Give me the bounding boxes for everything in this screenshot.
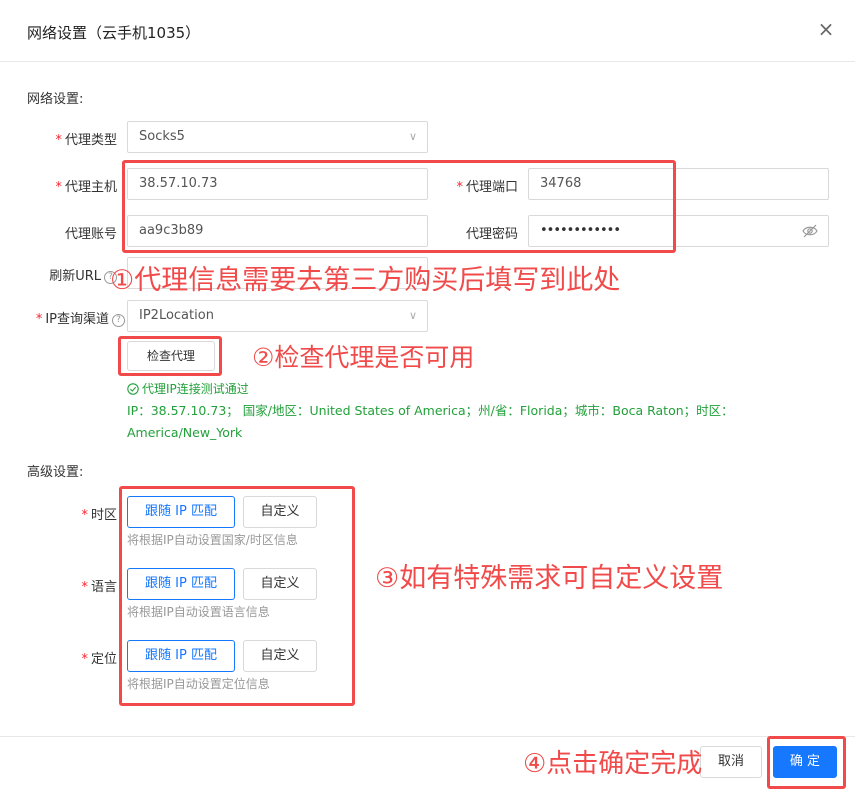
check-circle-icon xyxy=(127,383,139,395)
proxy-type-label: * 代理类型 xyxy=(55,133,117,148)
cancel-button[interactable]: 取消 xyxy=(700,746,762,778)
required-mark: * xyxy=(55,133,62,148)
chevron-down-icon: ∨ xyxy=(408,309,417,322)
proxy-host-label: * 代理主机 xyxy=(55,180,117,195)
required-mark: * xyxy=(81,652,88,667)
annotation-check-proxy: ②检查代理是否可用 xyxy=(252,343,475,372)
annotation-box-proxy-info xyxy=(122,160,676,253)
dialog-title: 网络设置（云手机1035） xyxy=(27,24,201,42)
annotation-box-confirm xyxy=(767,736,846,789)
check-result-title: 代理IP连接测试通过 xyxy=(127,380,249,397)
required-mark: * xyxy=(81,580,88,595)
proxy-type-select[interactable]: Socks5 ∨ xyxy=(127,121,428,153)
language-label: * 语言 xyxy=(81,580,117,595)
divider xyxy=(0,61,855,62)
required-mark: * xyxy=(81,508,88,523)
annotation-advanced: ③如有特殊需求可自定义设置 xyxy=(375,563,724,594)
proxy-account-label: 代理账号 xyxy=(64,227,117,242)
location-label: * 定位 xyxy=(81,652,117,667)
refresh-url-label: 刷新URL? xyxy=(20,265,117,284)
annotation-box-check-proxy xyxy=(118,336,222,376)
network-settings-dialog: 网络设置（云手机1035） × 网络设置: * 代理类型 Socks5 ∨ * 代理… xyxy=(0,0,855,789)
divider xyxy=(0,736,855,737)
annotation-box-advanced xyxy=(119,486,355,706)
annotation-confirm: ④点击确定完成 xyxy=(523,749,703,779)
ip-channel-label: * IP查询渠道? xyxy=(20,308,125,327)
timezone-label: * 时区 xyxy=(81,508,117,523)
advanced-section-label: 高级设置: xyxy=(27,465,84,480)
close-icon[interactable]: × xyxy=(817,19,835,39)
ip-channel-select[interactable]: IP2Location ∨ xyxy=(127,300,428,332)
required-mark: * xyxy=(35,312,43,327)
annotation-proxy-info: ①代理信息需要去第三方购买后填写到此处 xyxy=(110,265,621,296)
eye-slash-icon[interactable] xyxy=(802,224,818,238)
help-icon[interactable]: ? xyxy=(112,314,125,327)
network-section-label: 网络设置: xyxy=(27,92,84,107)
required-mark: * xyxy=(55,180,62,195)
check-result-detail: IP：38.57.10.73； 国家/地区：United States of A… xyxy=(127,403,734,440)
chevron-down-icon: ∨ xyxy=(408,130,417,143)
